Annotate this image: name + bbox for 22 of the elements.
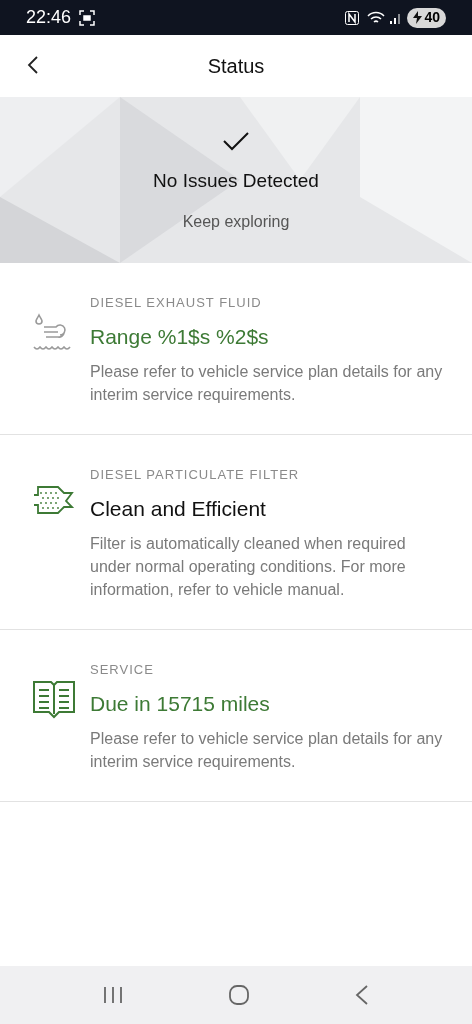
status-title: Range %1$s %2$s: [90, 323, 270, 350]
status-description: Filter is automatically cleaned when required under normal operating conditions. For more information, refer to vehicle manual.: [90, 534, 407, 600]
screenshot-icon: [79, 9, 96, 26]
home-button[interactable]: [228, 984, 250, 1006]
charging-icon: [413, 11, 423, 24]
status-description: Please refer to vehicle service plan details for any interim service requirements.: [90, 729, 444, 772]
page-title: Status: [207, 54, 265, 79]
banner-title: No Issues Detected: [153, 169, 319, 193]
status-title: Clean and Efficient: [90, 495, 267, 522]
status-title: Due in 15715 miles: [90, 690, 271, 717]
section-label: DIESEL EXHAUST FLUID: [90, 294, 263, 312]
checkmark-icon: [222, 131, 250, 151]
recent-apps-button[interactable]: [102, 985, 124, 1005]
back-nav-button[interactable]: [354, 984, 370, 1006]
status-description: Please refer to vehicle service plan details for any interim service requirements.: [90, 362, 444, 405]
battery-indicator: 40: [407, 7, 446, 28]
banner-subtitle: Keep exploring: [182, 211, 290, 232]
clock: 22:46: [26, 6, 72, 29]
nfc-icon: [345, 10, 360, 25]
wifi-icon: [367, 10, 386, 25]
section-label: DIESEL PARTICULATE FILTER: [90, 466, 301, 484]
section-label: SERVICE: [90, 661, 155, 679]
